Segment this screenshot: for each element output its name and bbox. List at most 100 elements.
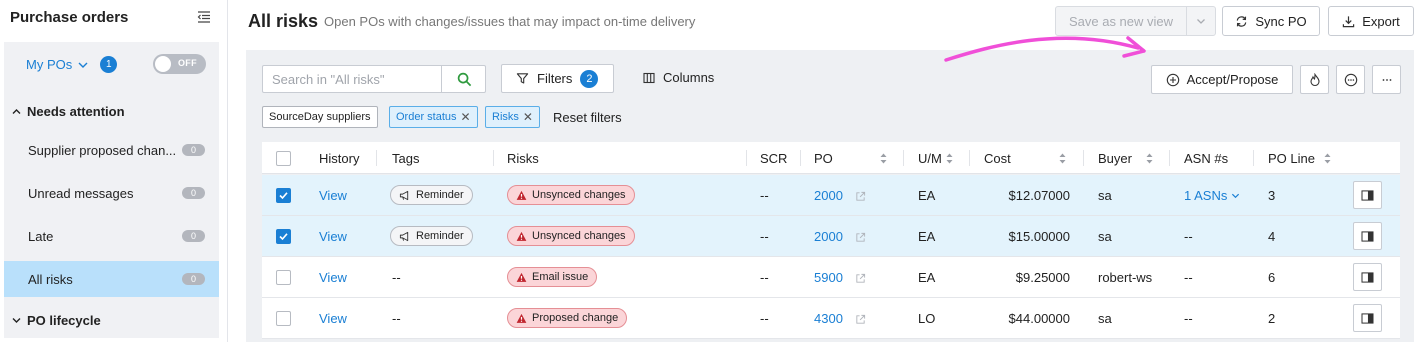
col-header-po-line[interactable]: PO Line [1268, 151, 1315, 166]
close-icon[interactable]: ✕ [523, 110, 533, 124]
col-header-scr[interactable]: SCR [760, 151, 787, 166]
my-pos-count-badge: 1 [100, 56, 118, 73]
tag-label: Reminder [416, 189, 464, 201]
search-button[interactable] [441, 66, 486, 92]
export-button[interactable]: Export [1328, 6, 1414, 36]
cost-value: $9.25000 [1015, 270, 1070, 285]
col-header-history[interactable]: History [319, 151, 359, 166]
my-pos-dropdown[interactable]: My POs 1 [26, 56, 118, 73]
view-history-link[interactable]: View [319, 311, 347, 326]
filters-button[interactable]: Filters 2 [501, 64, 614, 93]
asn-value: -- [1184, 229, 1193, 244]
row-checkbox[interactable] [276, 229, 291, 244]
chat-icon [1344, 73, 1357, 86]
row-checkbox[interactable] [276, 188, 291, 203]
sidebar-item-supplier-proposed[interactable]: Supplier proposed chan... 0 [4, 132, 219, 168]
section-needs-attention[interactable]: Needs attention [12, 104, 125, 119]
side-panel-icon [1361, 230, 1374, 242]
cost-value: $12.07000 [1008, 188, 1070, 203]
um-value: EA [918, 188, 936, 203]
external-link-icon[interactable] [855, 232, 866, 243]
asn-value: -- [1184, 311, 1193, 326]
search-box [262, 65, 486, 93]
view-history-link[interactable]: View [319, 229, 347, 244]
accept-propose-button[interactable]: Accept/Propose [1151, 65, 1293, 94]
external-link-icon[interactable] [855, 273, 866, 284]
flame-icon [1309, 72, 1320, 86]
open-detail-button[interactable] [1353, 181, 1382, 209]
toggle-label: OFF [178, 58, 197, 68]
table-row[interactable]: View -- Email issue -- 5900 EA $9.25000 … [262, 257, 1400, 298]
sort-icon[interactable] [1146, 153, 1153, 164]
reset-filters-link[interactable]: Reset filters [553, 110, 622, 125]
table-row[interactable]: View Reminder Unsynced changes -- 2000 E… [262, 175, 1400, 216]
sync-po-button[interactable]: Sync PO [1222, 6, 1320, 36]
col-header-tags[interactable]: Tags [392, 151, 419, 166]
search-input[interactable] [263, 66, 441, 92]
asn-dropdown[interactable]: 1 ASNs [1184, 188, 1240, 203]
col-header-label: PO [814, 151, 833, 166]
col-header-label: Buyer [1098, 151, 1132, 166]
sidebar-item-late[interactable]: Late 0 [4, 218, 219, 254]
select-all-checkbox[interactable] [276, 151, 291, 166]
filter-chip-sourceday-suppliers[interactable]: SourceDay suppliers [262, 106, 378, 128]
col-header-risks[interactable]: Risks [507, 151, 539, 166]
sidebar-item-unread-messages[interactable]: Unread messages 0 [4, 175, 219, 211]
risk-badge: Proposed change [507, 308, 628, 328]
po-link[interactable]: 2000 [814, 188, 843, 203]
messages-button[interactable] [1336, 65, 1365, 94]
buyer-value: robert-ws [1098, 270, 1153, 285]
view-history-link[interactable]: View [319, 270, 347, 285]
sidebar-item-count: 0 [182, 144, 205, 156]
chip-label: Order status [396, 111, 457, 123]
open-detail-button[interactable] [1353, 304, 1382, 332]
column-divider [493, 150, 494, 166]
side-panel-icon [1361, 312, 1374, 324]
sort-icon[interactable] [946, 153, 953, 164]
filter-chip-risks[interactable]: Risks ✕ [485, 106, 540, 128]
filters-count-badge: 2 [580, 69, 599, 88]
megaphone-icon [399, 231, 409, 241]
cost-value: $44.00000 [1008, 311, 1070, 326]
external-link-icon[interactable] [855, 314, 866, 325]
view-history-link[interactable]: View [319, 188, 347, 203]
po-link[interactable]: 2000 [814, 229, 843, 244]
sort-icon[interactable] [1059, 153, 1066, 164]
filter-chip-order-status[interactable]: Order status ✕ [389, 106, 478, 128]
open-detail-button[interactable] [1353, 222, 1382, 250]
col-header-asn[interactable]: ASN #s [1184, 151, 1228, 166]
columns-button[interactable]: Columns [643, 70, 714, 85]
po-link[interactable]: 4300 [814, 311, 843, 326]
page-title: All risks [248, 11, 319, 31]
more-options-button[interactable] [1372, 65, 1401, 94]
flame-button[interactable] [1300, 65, 1329, 94]
col-header-um[interactable]: U/M [918, 151, 942, 166]
reminder-tag[interactable]: Reminder [390, 185, 473, 205]
col-header-buyer[interactable]: Buyer [1098, 151, 1132, 166]
row-checkbox[interactable] [276, 270, 291, 285]
risk-label: Unsynced changes [532, 189, 626, 201]
col-header-po[interactable]: PO [814, 151, 833, 166]
row-checkbox[interactable] [276, 311, 291, 326]
col-header-cost[interactable]: Cost [984, 151, 1011, 166]
close-icon[interactable]: ✕ [461, 110, 471, 124]
sort-icon[interactable] [1324, 153, 1331, 164]
columns-label: Columns [663, 70, 715, 85]
chevron-down-icon [1197, 19, 1205, 24]
scr-value: -- [760, 311, 769, 326]
external-link-icon[interactable] [855, 191, 866, 202]
table-row[interactable]: View -- Proposed change -- 4300 LO $44.0… [262, 298, 1400, 339]
po-link[interactable]: 5900 [814, 270, 843, 285]
more-horizontal-icon [1382, 78, 1391, 81]
chip-label: Risks [492, 111, 519, 123]
collapse-menu-icon[interactable] [197, 10, 211, 24]
my-pos-toggle[interactable]: OFF [153, 54, 206, 74]
sort-icon[interactable] [880, 153, 887, 164]
sidebar-item-all-risks[interactable]: All risks 0 [4, 261, 219, 297]
reminder-tag[interactable]: Reminder [390, 226, 473, 246]
open-detail-button[interactable] [1353, 263, 1382, 291]
table-row[interactable]: View Reminder Unsynced changes -- 2000 E… [262, 216, 1400, 257]
section-po-lifecycle[interactable]: PO lifecycle [12, 313, 101, 328]
risk-badge: Unsynced changes [507, 226, 635, 246]
save-view-dropdown-button[interactable] [1186, 6, 1216, 36]
